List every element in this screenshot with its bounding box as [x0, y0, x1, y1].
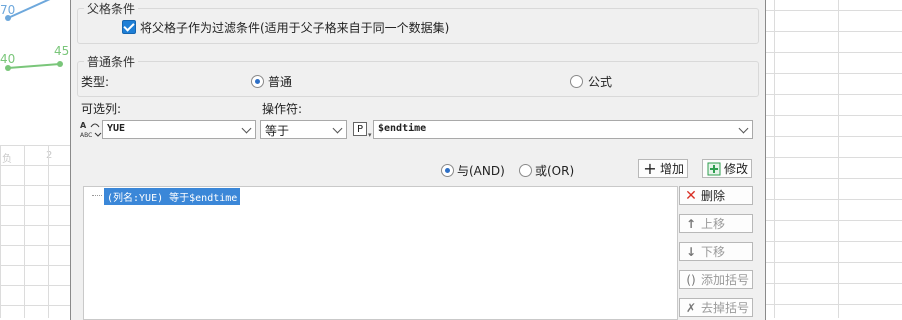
add-button-label: 增加 — [660, 162, 685, 176]
filter-condition-dialog: 父格条件 将父格子作为过滤条件(适用于父子格来自于同一个数据集) 普通条件 类型… — [70, 0, 766, 320]
list-item[interactable]: (列名:YUE) 等于$endtime — [104, 188, 241, 205]
type-formula-label: 公式 — [588, 75, 613, 89]
or-radio[interactable] — [519, 164, 532, 177]
bracket-icon: () — [686, 272, 696, 287]
type-formula-radio[interactable] — [570, 75, 583, 88]
column-label: 可选列: — [81, 102, 122, 116]
type-label: 类型: — [81, 75, 110, 89]
move-up-button-label: 上移 — [701, 217, 726, 231]
chevron-down-icon[interactable] — [330, 121, 346, 138]
parameter-dropdown-icon[interactable]: ▾ — [368, 131, 372, 139]
chevron-down-icon[interactable] — [239, 121, 255, 138]
parent-condition-group: 父格条件 将父格子作为过滤条件(适用于父子格来自于同一个数据集) — [77, 0, 759, 44]
normal-condition-group: 普通条件 类型: 普通 公式 — [77, 53, 759, 97]
delete-button[interactable]: ✕ 删除 — [679, 186, 753, 205]
modify-icon — [707, 162, 721, 175]
modify-button-label: 修改 — [724, 162, 749, 176]
operator-select-value: 等于 — [265, 124, 290, 138]
svg-text:A: A — [80, 121, 87, 130]
delete-x-icon: ✕ — [685, 187, 697, 204]
add-bracket-button-label: 添加括号 — [701, 273, 750, 287]
type-normal-label: 普通 — [268, 75, 293, 89]
chart-label: 45 — [54, 44, 70, 58]
column-select[interactable]: YUE — [102, 120, 256, 139]
type-normal-radio[interactable] — [251, 75, 264, 88]
delete-button-label: 删除 — [701, 189, 726, 203]
tree-connector — [92, 195, 102, 196]
chart-label: 70 — [0, 3, 16, 17]
svg-text:ABC: ABC — [80, 132, 92, 139]
or-label: 或(OR) — [535, 164, 575, 178]
parent-condition-title: 父格条件 — [84, 0, 139, 17]
chevron-down-icon[interactable] — [736, 121, 752, 138]
move-up-button[interactable]: ↑ 上移 — [679, 214, 753, 233]
text-column-icon: A ABC — [80, 121, 102, 139]
value-input[interactable]: $endtime — [373, 120, 753, 139]
normal-condition-title: 普通条件 — [84, 53, 139, 70]
and-radio[interactable] — [441, 164, 454, 177]
parent-filter-checkbox[interactable] — [122, 20, 136, 34]
spreadsheet-grid-left — [0, 145, 70, 318]
remove-bracket-icon: ✗ — [685, 300, 697, 315]
parent-filter-checkbox-label: 将父格子作为过滤条件(适用于父子格来自于同一个数据集) — [140, 21, 450, 35]
background-chart — [5, 0, 63, 71]
operator-select[interactable]: 等于 — [260, 120, 347, 139]
move-down-button[interactable]: ↓ 下移 — [679, 242, 753, 261]
condition-list[interactable]: (列名:YUE) 等于$endtime — [83, 186, 678, 320]
move-down-button-label: 下移 — [701, 245, 726, 259]
operator-label: 操作符: — [262, 102, 303, 116]
plus-icon: + — [643, 159, 657, 178]
and-label: 与(AND) — [457, 164, 505, 178]
column-select-value: YUE — [107, 123, 126, 134]
remove-bracket-button[interactable]: ✗ 去掉括号 — [679, 298, 753, 317]
add-bracket-button[interactable]: () 添加括号 — [679, 270, 753, 289]
add-button[interactable]: + 增加 — [638, 159, 688, 178]
spreadsheet-grid-right — [764, 0, 902, 318]
value-input-text: $endtime — [378, 123, 427, 134]
modify-button[interactable]: 修改 — [702, 159, 752, 178]
chart-label: 40 — [0, 52, 16, 66]
parameter-icon[interactable]: P — [353, 122, 367, 136]
arrow-up-icon: ↑ — [685, 216, 697, 231]
arrow-down-icon: ↓ — [685, 244, 697, 259]
remove-bracket-button-label: 去掉括号 — [701, 301, 750, 315]
